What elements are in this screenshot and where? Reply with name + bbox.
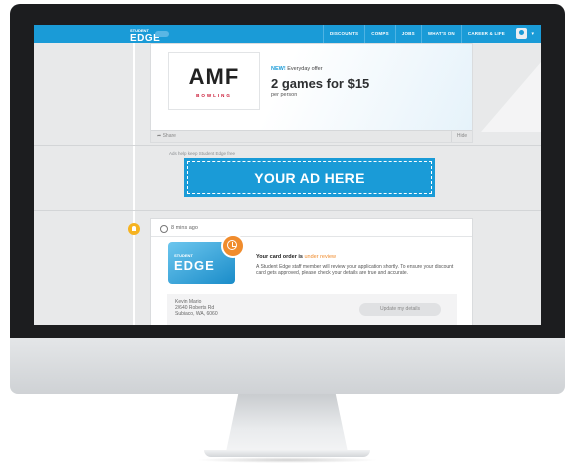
timeline-line <box>133 43 135 325</box>
order-status[interactable]: under review <box>305 254 337 260</box>
amf-logo: AMF BOWLING <box>168 52 260 110</box>
offer-tag-text: Everyday offer <box>287 66 323 72</box>
ad-text: YOUR AD HERE <box>187 161 432 194</box>
logo-badge <box>155 31 169 37</box>
card-big-text: EDGE <box>174 258 215 273</box>
share-button[interactable]: ➦ Share <box>157 133 176 139</box>
brand-sub: BOWLING <box>196 93 232 98</box>
ad-banner[interactable]: YOUR AD HERE <box>184 158 435 197</box>
section-divider <box>34 210 541 211</box>
main-nav: DISCOUNTS COMPS JOBS WHAT'S ON CAREER & … <box>322 25 511 43</box>
offer-tag: NEW! Everyday offer <box>271 66 323 72</box>
section-divider <box>34 145 541 146</box>
timestamp: 8 mins ago <box>171 225 198 231</box>
nav-discounts[interactable]: DISCOUNTS <box>322 25 364 43</box>
order-title: Your card order is under review <box>256 254 336 260</box>
monitor-stand <box>226 394 348 452</box>
monitor-base <box>204 450 370 457</box>
user-avatar-icon[interactable] <box>516 28 527 39</box>
bell-icon <box>128 223 140 235</box>
nav-career-life[interactable]: CAREER & LIFE <box>460 25 511 43</box>
card-separator <box>151 236 472 237</box>
offer-new-label: NEW! <box>271 66 286 72</box>
monitor-shadow <box>196 457 378 463</box>
screen: STUDENT EDGE DISCOUNTS COMPS JOBS WHAT'S… <box>34 25 541 325</box>
monitor-chin <box>10 338 565 394</box>
clock-icon <box>160 225 168 233</box>
order-title-text: Your card order is <box>256 254 303 260</box>
pending-clock-icon <box>221 234 245 258</box>
hide-button[interactable]: Hide <box>451 131 472 142</box>
address-text: Kevin Mario 2/640 Roberts Rd Subiaco, WA… <box>175 299 218 317</box>
chevron-down-icon[interactable]: ▾ <box>531 31 534 37</box>
offer-card-footer: ➦ Share Hide <box>151 130 472 142</box>
order-description: A Student Edge staff member will review … <box>256 264 454 276</box>
share-label: Share <box>162 133 176 139</box>
nav-whats-on[interactable]: WHAT'S ON <box>420 25 461 43</box>
offer-card[interactable]: AMF BOWLING NEW! Everyday offer 2 games … <box>150 43 541 143</box>
address-city: Subiaco, WA, 6060 <box>175 311 218 317</box>
ad-caption: Ads help keep Student Edge free <box>169 151 236 156</box>
brand-name: AMF <box>188 64 240 89</box>
offer-subline: per person <box>271 92 298 98</box>
offer-headline: 2 games for $15 <box>271 76 370 91</box>
top-nav-bar: STUDENT EDGE DISCOUNTS COMPS JOBS WHAT'S… <box>34 25 541 44</box>
nav-comps[interactable]: COMPS <box>364 25 395 43</box>
address-box: Kevin Mario 2/640 Roberts Rd Subiaco, WA… <box>167 294 457 325</box>
update-details-button[interactable]: Update my details <box>359 303 441 316</box>
order-card: 8 mins ago STUDENT EDGE Your card order … <box>150 218 473 325</box>
share-arrow-icon: ➦ <box>157 133 162 139</box>
decorative-shape <box>481 62 541 132</box>
nav-jobs[interactable]: JOBS <box>394 25 421 43</box>
